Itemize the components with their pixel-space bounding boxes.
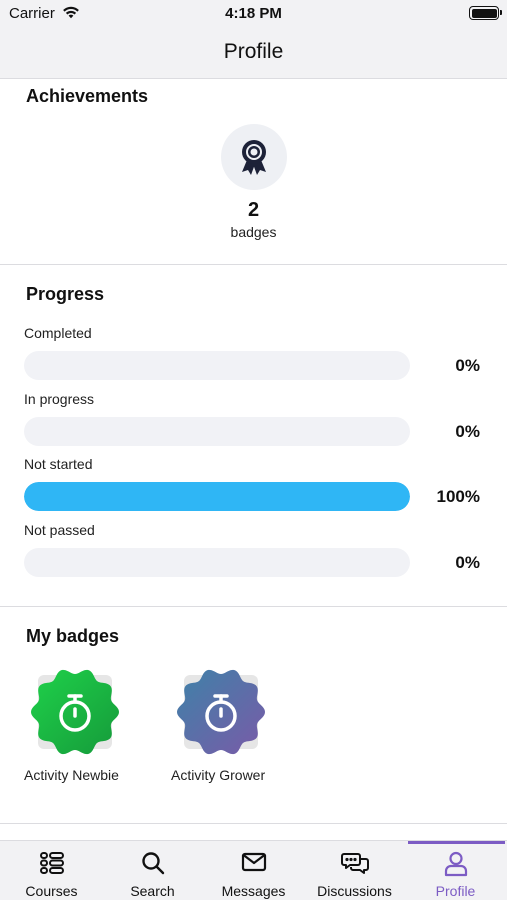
progress-heading: Progress <box>26 284 105 304</box>
tab-messages[interactable]: Messages <box>203 841 304 900</box>
tab-label: Profile <box>435 883 476 899</box>
award-ribbon-icon <box>242 140 266 175</box>
person-icon <box>444 851 467 877</box>
my-badges-heading: My badges <box>26 626 120 646</box>
progress-bar-not-passed <box>24 548 410 577</box>
tab-label: Discussions <box>317 883 392 899</box>
status-time: 4:18 PM <box>225 5 282 22</box>
search-icon <box>141 852 164 875</box>
tab-label: Courses <box>25 883 78 899</box>
section-divider <box>0 264 507 265</box>
envelope-icon <box>241 852 266 872</box>
progress-percent-in-progress: 0% <box>455 422 480 441</box>
progress-bar-completed <box>24 351 410 380</box>
progress-percent-not-passed: 0% <box>455 553 480 572</box>
badge-activity-grower[interactable] <box>171 664 271 760</box>
progress-percent-completed: 0% <box>455 356 480 375</box>
chat-bubbles-icon <box>340 853 369 874</box>
progress-label-not-passed: Not passed <box>24 522 95 538</box>
progress-label-not-started: Not started <box>24 456 93 472</box>
tab-bar: Courses Search Messages Discussions Prof… <box>0 840 507 900</box>
section-divider <box>0 823 507 824</box>
progress-label-in-progress: In progress <box>24 391 95 407</box>
tab-discussions[interactable]: Discussions <box>304 841 405 900</box>
badges-count: 2 <box>247 199 260 221</box>
courses-list-icon <box>39 852 64 874</box>
navigation-bar: Profile <box>0 28 507 79</box>
tab-search[interactable]: Search <box>102 841 203 900</box>
page-title: Profile <box>223 40 284 63</box>
tab-label: Messages <box>221 883 286 899</box>
tab-courses[interactable]: Courses <box>1 841 102 900</box>
tab-label: Search <box>130 883 175 899</box>
progress-bar-in-progress <box>24 417 410 446</box>
section-divider <box>0 606 507 607</box>
badge-activity-newbie[interactable] <box>25 664 125 760</box>
badge-seal-image <box>31 669 119 755</box>
battery-icon <box>469 6 502 20</box>
progress-label-completed: Completed <box>24 325 92 341</box>
achievements-badge[interactable] <box>221 124 287 190</box>
progress-percent-not-started: 100% <box>436 487 480 506</box>
status-bar: Carrier 4:18 PM <box>0 0 507 28</box>
badge-name: Activity Grower <box>171 767 266 783</box>
progress-bar-not-started <box>24 482 410 511</box>
badges-count-label: badges <box>230 224 277 240</box>
tab-profile[interactable]: Profile <box>405 841 506 900</box>
badge-name: Activity Newbie <box>24 767 119 783</box>
badge-seal-image <box>177 669 265 755</box>
achievements-heading: Achievements <box>26 86 149 106</box>
progress-fill <box>24 482 410 511</box>
